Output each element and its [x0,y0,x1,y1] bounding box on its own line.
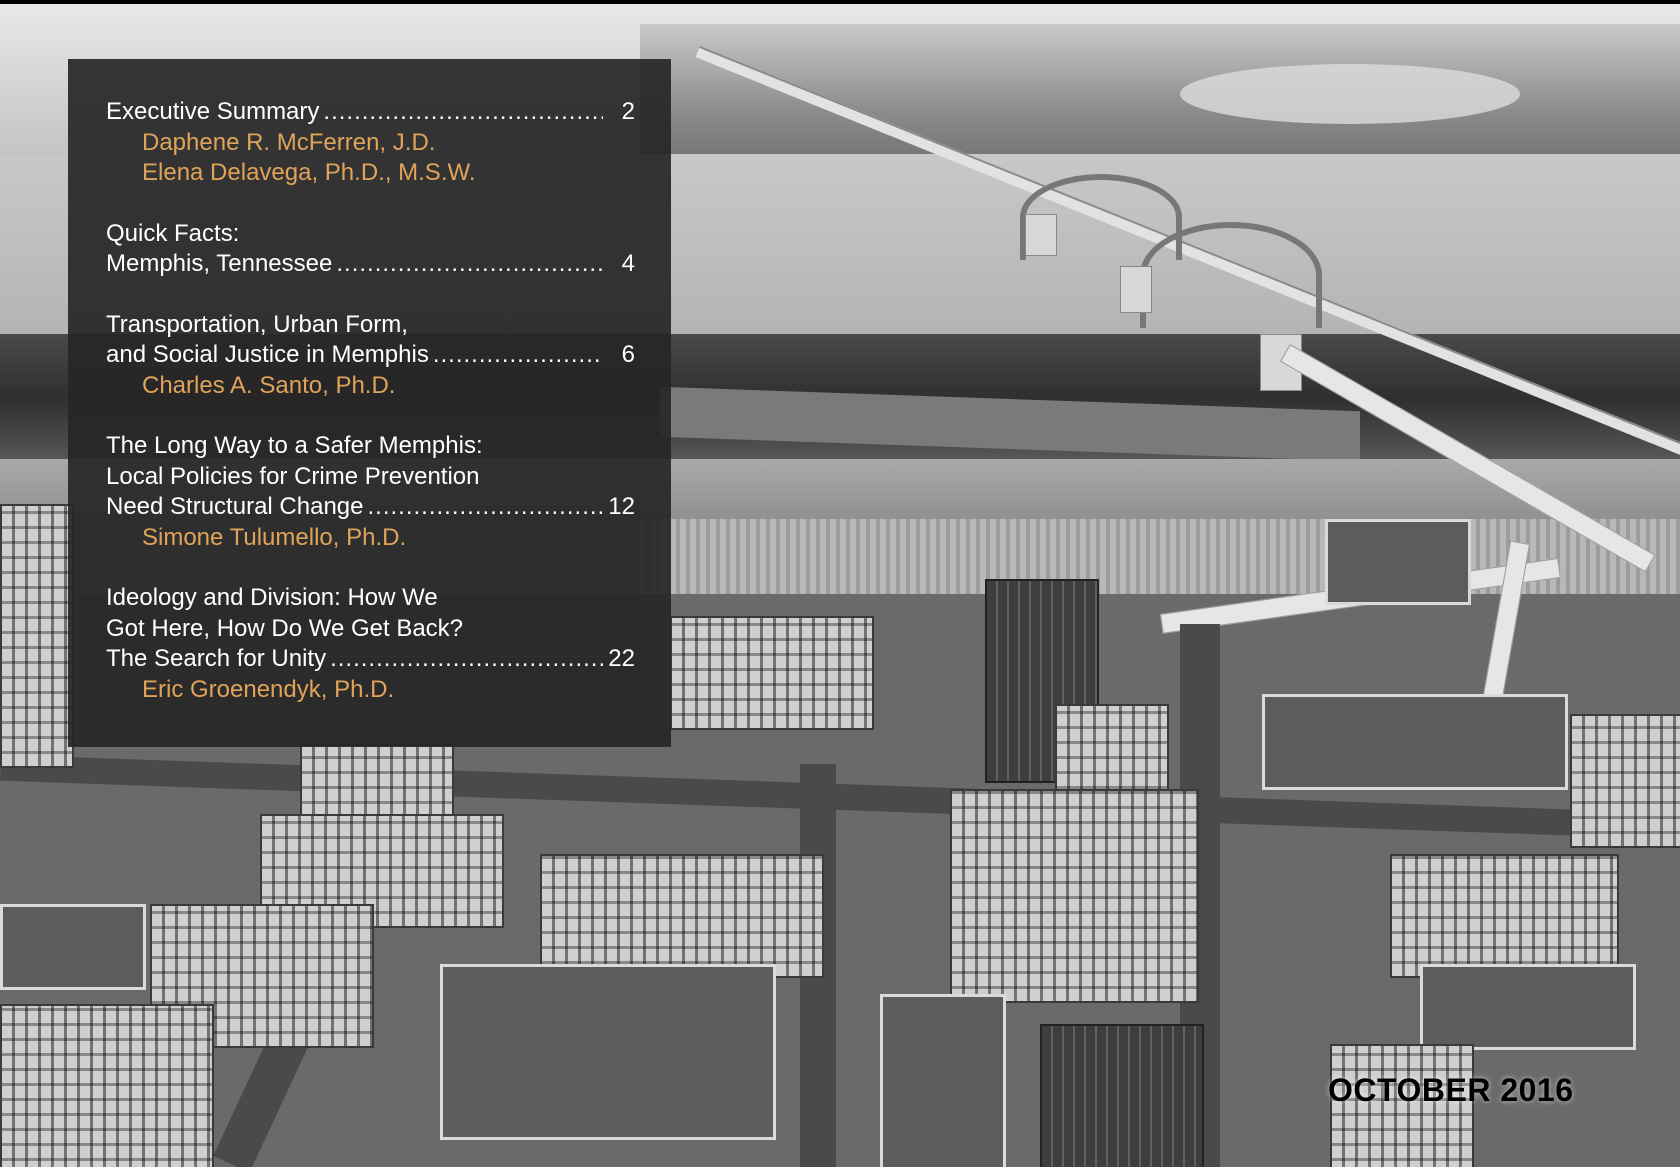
toc-entry[interactable]: Ideology and Division: How We Got Here, … [106,583,635,705]
toc-leader-dots [367,492,603,523]
photo-building [440,964,776,1140]
toc-page-number: 6 [621,341,635,368]
photo-building [0,504,74,768]
toc-title-text: Got Here, How Do We Get Back? [106,614,464,642]
toc-title-line: Executive Summary 2 [106,97,635,128]
toc-title-text: Ideology and Division: How We [106,584,438,611]
toc-title-line: Memphis, Tennessee 4 [106,249,635,280]
toc-title-line: Got Here, How Do We Get Back? [106,614,635,645]
photo-building [1570,714,1680,848]
photo-building [540,854,824,978]
toc-title-line: and Social Justice in Memphis 6 [106,340,635,371]
toc-title-text: Local Policies for Crime Prevention [106,462,480,490]
toc-title-line: Need Structural Change 12 [106,492,635,523]
photo-bridge-pier [1120,266,1152,313]
toc-author: Elena Delavega, Ph.D., M.S.W. [142,159,476,186]
toc-leader-dots [323,97,603,128]
toc-title-text: Quick Facts: [106,219,240,247]
toc-title-text: and Social Justice in Memphis [106,341,429,368]
toc-entry[interactable]: Quick Facts: Memphis, Tennessee 4 [106,219,635,280]
toc-page-number: 2 [621,98,635,125]
toc-title-line: Ideology and Division: How We [106,583,635,614]
toc-author: Charles A. Santo, Ph.D. [142,371,396,399]
issue-date: OCTOBER 2016 [1328,1072,1574,1108]
photo-building [1040,1024,1204,1167]
toc-title-text: Memphis, Tennessee [106,250,333,277]
photo-building [1325,519,1471,605]
toc-title-text: The Long Way to a Safer Memphis: [106,432,483,459]
toc-entry[interactable]: The Long Way to a Safer Memphis: Local P… [106,431,635,553]
toc-author: Eric Groenendyk, Ph.D. [142,675,395,703]
toc-leader-dots [330,644,603,675]
photo-far-water [1180,64,1520,124]
toc-entry[interactable]: Executive Summary 2 Daphene R. McFerren,… [106,97,635,189]
toc-title-text: Executive Summary [106,98,320,125]
photo-bridge-pier [1025,214,1057,256]
toc-title-line: The Search for Unity 22 [106,644,635,675]
photo-building [670,616,874,730]
photo-building [1390,854,1619,978]
photo-building [880,994,1006,1167]
toc-title-line: Local Policies for Crime Prevention [106,462,635,493]
toc-author: Daphene R. McFerren, J.D. [142,128,436,156]
toc-title-text: The Search for Unity [106,645,327,672]
photo-building [0,904,146,990]
toc-page-number: 12 [608,493,635,520]
toc-title-line: Transportation, Urban Form, [106,310,635,341]
toc-leader-dots [336,249,603,280]
photo-building [1262,694,1568,790]
report-contents-page: Executive Summary 2 Daphene R. McFerren,… [0,0,1680,1167]
photo-building [1420,964,1636,1050]
toc-leader-dots [433,340,603,371]
photo-bridge-arch [1140,222,1322,328]
photo-building [0,1004,214,1167]
photo-far-shore [640,24,1680,174]
toc-entry[interactable]: Transportation, Urban Form, and Social J… [106,310,635,402]
toc-title-line: Quick Facts: [106,219,635,250]
toc-title-line: The Long Way to a Safer Memphis: [106,431,635,462]
table-of-contents: Executive Summary 2 Daphene R. McFerren,… [68,59,671,747]
toc-author: Simone Tulumello, Ph.D. [142,523,407,551]
toc-title-text: Transportation, Urban Form, [106,310,408,338]
toc-page-number: 4 [621,250,635,277]
toc-page-number: 22 [608,645,635,672]
photo-building [950,789,1199,1003]
toc-title-text: Need Structural Change [106,493,364,520]
